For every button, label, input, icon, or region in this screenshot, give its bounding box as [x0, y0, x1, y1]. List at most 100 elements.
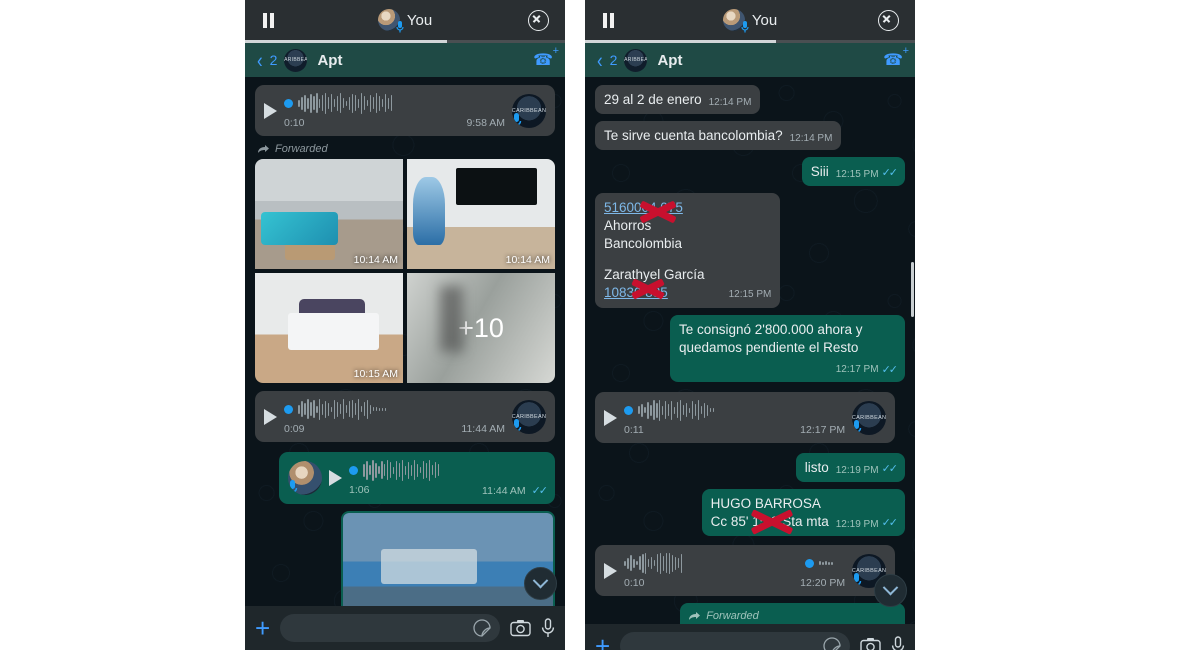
media-timestamp: 10:14 AM — [505, 254, 550, 266]
screenshot-stage: You ‹ 2 CARIBBEAN Apt ☎+ — [0, 0, 1200, 650]
chat-header-right: ‹ 2 CARIBBEAN Apt ☎+ — [585, 43, 915, 77]
message-timestamp: 12:14 PM — [789, 132, 833, 144]
message-list-right[interactable]: 29 al 2 de enero 12:14 PM Te sirve cuent… — [585, 77, 915, 650]
search-field-wrap[interactable] — [280, 614, 500, 642]
add-call-icon[interactable]: ☎ + — [533, 46, 559, 70]
avatar-text: CARIBBEAN — [624, 57, 648, 63]
voice-progress-dot[interactable] — [805, 558, 815, 568]
recording-label: You — [751, 11, 778, 29]
bank-account-number[interactable]: 5160004 075 — [604, 199, 771, 217]
message-timestamp: 12:19 PM — [835, 518, 879, 530]
sticker-icon[interactable] — [473, 619, 491, 637]
message-text: Te sirve cuenta bancolombia? — [604, 127, 783, 143]
voice-progress-dot[interactable] — [624, 405, 633, 415]
text-message[interactable]: Te consignó 2'800.000 ahora y quedamos p… — [670, 314, 905, 383]
message-timestamp: 12:14 PM — [708, 96, 752, 108]
message-input-bar: + — [585, 624, 915, 650]
voice-message[interactable]: 0:09 11:44 AM CARIBBEAN — [255, 391, 555, 442]
voice-message[interactable]: 0:10 12:20 PM CARIBBEAN — [595, 545, 896, 597]
voice-timestamp: 9:58 AM — [466, 117, 505, 129]
play-icon[interactable] — [604, 409, 617, 426]
recording-identity: You — [245, 9, 565, 33]
sender-avatar — [288, 461, 322, 495]
message-row: 29 al 2 de enero 12:14 PM — [595, 85, 905, 114]
waveform — [298, 398, 505, 420]
message-row: listo 12:19 PM ✓✓ — [595, 453, 905, 483]
read-receipt-ticks: ✓✓ — [881, 363, 899, 376]
add-attachment-icon[interactable]: + — [255, 615, 270, 641]
camera-icon[interactable] — [510, 619, 531, 637]
sticker-icon[interactable] — [823, 637, 841, 650]
voice-message[interactable]: 0:10 9:58 AM CARIBBEAN — [255, 85, 555, 136]
sender-avatar: CARIBBEAN — [512, 399, 546, 434]
text-message[interactable]: Siii 12:15 PM ✓✓ — [801, 156, 905, 186]
account-holder-name: Zarathyel García — [604, 266, 705, 282]
search-field-wrap[interactable] — [620, 632, 850, 650]
living-room-photo[interactable]: 10:14 AM — [255, 159, 403, 269]
pause-icon[interactable] — [603, 12, 614, 28]
text-message[interactable]: Te sirve cuenta bancolombia? 12:14 PM — [595, 120, 842, 150]
text-message[interactable]: 29 al 2 de enero 12:14 PM — [595, 85, 761, 114]
voice-duration: 0:10 — [624, 577, 645, 590]
message-text: listo — [804, 460, 829, 476]
scrollbar-thumb[interactable] — [911, 262, 914, 317]
scroll-to-bottom-button[interactable] — [524, 567, 557, 600]
voice-progress-dot[interactable] — [284, 98, 293, 108]
message-input-bar: + — [245, 606, 565, 650]
phone-screen-left: You ‹ 2 CARIBBEAN Apt ☎+ — [245, 0, 565, 650]
recording-avatar — [377, 9, 404, 33]
holder-id-number[interactable]: 10830 885 — [604, 284, 668, 302]
media-grid[interactable]: 10:14 AM 10:14 AM 10:15 AM +10 — [255, 159, 555, 383]
bedroom-photo[interactable]: 10:15 AM — [255, 273, 403, 383]
waveform-tail — [819, 552, 845, 574]
message-list-left[interactable]: 0:10 9:58 AM CARIBBEAN Forwarded 10:14 A… — [245, 77, 565, 650]
media-timestamp: 10:15 AM — [353, 368, 398, 380]
contact-avatar[interactable]: CARIBBEAN — [624, 48, 648, 72]
play-icon[interactable] — [264, 102, 277, 119]
contact-avatar[interactable]: CARIBBEAN — [284, 48, 308, 72]
recording-label: You — [406, 11, 433, 29]
microphone-icon — [741, 21, 749, 33]
read-receipt-ticks: ✓✓ — [881, 463, 899, 476]
voice-message-outgoing[interactable]: 1:06 11:44 AM ✓✓ — [279, 452, 555, 504]
microphone-icon — [852, 419, 862, 435]
chevron-left-icon[interactable]: ‹ — [257, 49, 263, 70]
microphone-icon — [396, 21, 404, 33]
voice-progress-dot[interactable] — [284, 404, 293, 414]
forwarded-label-row: Forwarded — [688, 609, 898, 624]
message-text: Te consignó 2'800.000 ahora y quedamos p… — [679, 321, 863, 355]
play-icon[interactable] — [329, 470, 342, 486]
text-message[interactable]: listo 12:19 PM ✓✓ — [795, 453, 905, 483]
contact-info-message[interactable]: HUGO BARROSA Cc 85' 15 9 Sta mta 12:19 P… — [701, 489, 905, 537]
voice-timestamp: 11:44 AM — [461, 423, 505, 435]
more-photos-overlay[interactable]: +10 — [407, 273, 555, 383]
add-attachment-icon[interactable]: + — [595, 633, 610, 650]
add-call-icon[interactable]: ☎ + — [883, 46, 909, 70]
play-icon[interactable] — [604, 562, 617, 579]
message-row: HUGO BARROSA Cc 85' 15 9 Sta mta 12:19 P… — [595, 489, 905, 537]
bank-details-message[interactable]: 5160004 075 Ahorros Bancolombia Zarathye… — [595, 192, 781, 308]
recording-avatar — [722, 9, 749, 33]
microphone-icon — [512, 418, 522, 434]
message-row: 0:10 9:58 AM CARIBBEAN — [255, 85, 555, 136]
message-row: 5160004 075 Ahorros Bancolombia Zarathye… — [595, 192, 905, 308]
close-icon[interactable] — [528, 9, 549, 31]
scroll-to-bottom-button[interactable] — [874, 574, 907, 607]
camera-icon[interactable] — [860, 637, 881, 650]
tv-room-photo[interactable]: 10:14 AM — [407, 159, 555, 269]
voice-duration: 0:11 — [624, 424, 644, 437]
voice-timestamp: 12:17 PM — [800, 424, 846, 437]
read-receipt-ticks: ✓✓ — [531, 485, 549, 497]
close-icon[interactable] — [878, 9, 899, 31]
microphone-icon[interactable] — [891, 636, 905, 650]
voice-timestamp: 11:44 AM — [482, 485, 526, 497]
sender-avatar: CARIBBEAN — [852, 400, 887, 435]
message-timestamp: 12:15 PM — [835, 168, 879, 180]
voice-message[interactable]: 0:11 12:17 PM CARIBBEAN — [595, 392, 896, 444]
play-icon[interactable] — [264, 408, 277, 425]
pause-icon[interactable] — [263, 12, 274, 28]
balcony-photo[interactable] — [341, 511, 555, 620]
voice-progress-dot[interactable] — [349, 465, 358, 475]
chevron-left-icon[interactable]: ‹ — [597, 49, 603, 70]
microphone-icon[interactable] — [541, 618, 555, 638]
